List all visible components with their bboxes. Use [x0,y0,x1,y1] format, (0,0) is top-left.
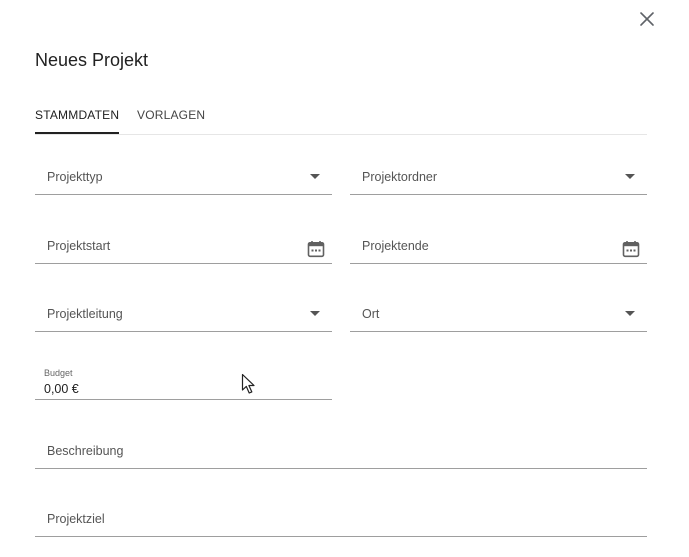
close-button[interactable] [636,8,658,30]
projektziel-input[interactable]: Projektziel [35,496,647,537]
budget-label: Budget [44,368,73,378]
projektende-label: Projektende [362,239,429,253]
close-icon [640,12,654,26]
projektstart-date-field[interactable]: Projektstart [35,223,332,264]
budget-input[interactable]: Budget 0,00 € [35,359,332,400]
projektleitung-label: Projektleitung [47,307,123,321]
ort-select[interactable]: Ort [350,291,647,332]
tab-bar: STAMMDATEN VORLAGEN [35,103,647,135]
calendar-icon[interactable] [621,239,641,264]
projekttyp-select[interactable]: Projekttyp [35,154,332,195]
new-project-dialog: Neues Projekt STAMMDATEN VORLAGEN Projek… [0,0,689,557]
projektordner-label: Projektordner [362,170,438,184]
beschreibung-label: Beschreibung [47,444,124,458]
chevron-down-icon[interactable] [625,311,635,316]
ort-label: Ort [362,307,380,321]
projektziel-label: Projektziel [47,512,105,526]
tab-stammdaten[interactable]: STAMMDATEN [35,103,120,134]
projektende-date-field[interactable]: Projektende [350,223,647,264]
dialog-title: Neues Projekt [35,50,149,70]
budget-value[interactable]: 0,00 € [44,382,79,396]
projektstart-label: Projektstart [47,239,111,253]
tab-vorlagen[interactable]: VORLAGEN [137,103,205,132]
projekttyp-label: Projekttyp [47,170,103,184]
projektleitung-select[interactable]: Projektleitung [35,291,332,332]
beschreibung-input[interactable]: Beschreibung [35,428,647,469]
chevron-down-icon[interactable] [625,174,635,179]
calendar-icon[interactable] [306,239,326,264]
chevron-down-icon[interactable] [310,311,320,316]
projektordner-select[interactable]: Projektordner [350,154,647,195]
chevron-down-icon[interactable] [310,174,320,179]
